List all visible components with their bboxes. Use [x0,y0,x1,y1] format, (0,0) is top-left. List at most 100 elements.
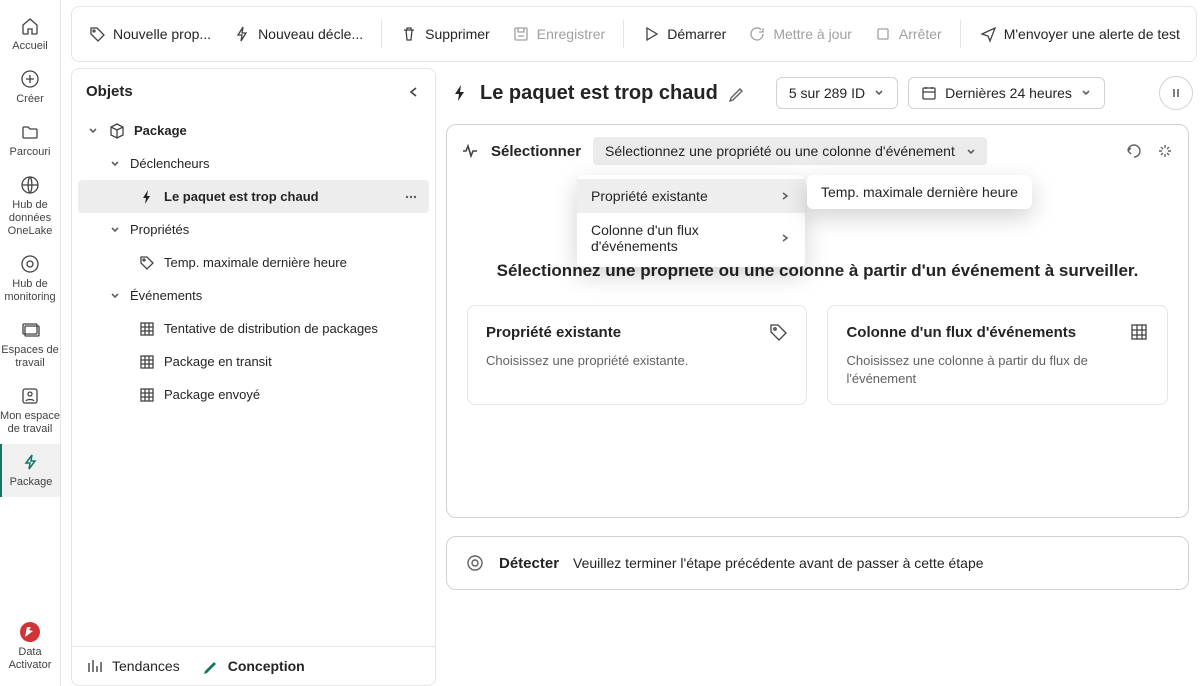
tree-event-item[interactable]: Package en transit [78,345,429,378]
nav-browse[interactable]: Parcouri [0,114,60,167]
send-test-alert-button[interactable]: M'envoyer une alerte de test [969,19,1190,49]
tab-design[interactable]: Conception [202,657,305,675]
flyout-item-label: Temp. maximale dernière heure [821,184,1018,200]
nav-data-activator[interactable]: Data Activator [0,614,60,680]
tree-event-label: Package en transit [164,354,272,369]
tree-section-properties[interactable]: Propriétés [78,213,429,246]
play-icon [642,25,660,43]
nav-myworkspace[interactable]: Mon espace de travail [0,378,60,444]
save-label: Enregistrer [537,26,605,42]
new-property-label: Nouvelle prop... [113,26,211,42]
chevron-down-icon [108,289,122,303]
toolbar-divider [960,20,961,48]
tree-property-item[interactable]: Temp. maximale dernière heure [78,246,429,279]
property-selector[interactable]: Sélectionnez une propriété ou une colonn… [593,137,987,165]
nav-monitor[interactable]: Hub de monitoring [0,246,60,312]
tree-property-label: Temp. maximale dernière heure [164,255,347,270]
nav-package[interactable]: Package [0,444,60,497]
tree-section-triggers[interactable]: Déclencheurs [78,147,429,180]
tree-trigger-label: Le paquet est trop chaud [164,189,319,204]
chevron-down-icon [108,157,122,171]
bolt-icon [19,450,43,474]
toolbar-divider [381,20,382,48]
chevron-down-icon [108,223,122,237]
tree-package-root[interactable]: Package [78,114,429,147]
new-property-button[interactable]: Nouvelle prop... [78,19,221,49]
edit-icon[interactable] [728,84,746,102]
dropdown-eventcol-label: Colonne d'un flux d'événements [591,222,779,254]
objects-title: Objets [86,83,133,100]
nav-workspaces[interactable]: Espaces de travail [0,312,60,378]
dropdown-existing-property[interactable]: Propriété existante [577,179,805,213]
undo-icon[interactable] [1124,142,1142,160]
send-icon [979,25,997,43]
tree-trigger-item[interactable]: Le paquet est trop chaud [78,180,429,213]
tree-event-item[interactable]: Tentative de distribution de packages [78,312,429,345]
tab-trends[interactable]: Tendances [86,657,180,675]
nav-myworkspace-label: Mon espace de travail [0,410,60,436]
vertical-nav: Accueil Créer Parcouri Hub de données On… [0,0,61,686]
dropdown-event-column[interactable]: Colonne d'un flux d'événements [577,213,805,263]
nav-create[interactable]: Créer [0,61,60,114]
tag-icon [88,25,106,43]
nav-datahub[interactable]: Hub de données OneLake [0,167,60,246]
save-icon [512,25,530,43]
objects-header: Objets [72,69,435,110]
objects-panel: Objets Package Déclencheurs Le paquet es… [71,68,436,686]
chart-icon [86,657,104,675]
workspaces-icon [18,318,42,342]
bolt-icon [233,25,251,43]
id-selector-label: 5 sur 289 ID [789,85,865,101]
tree-event-item[interactable]: Package envoyé [78,378,429,411]
chevron-down-icon [965,146,977,158]
nav-home-label: Accueil [12,40,47,53]
option-existing-property[interactable]: Propriété existante Choisissez une propr… [467,305,807,405]
select-card-header: Sélectionner Sélectionnez une propriété … [447,125,1188,177]
collapse-panel-icon[interactable] [407,85,421,99]
option-card-title: Propriété existante [486,324,621,341]
nav-workspaces-label: Espaces de travail [0,344,60,370]
home-icon [18,14,42,38]
chevron-right-icon [779,232,791,244]
bolt-icon [450,83,470,103]
property-flyout[interactable]: Temp. maximale dernière heure [807,175,1032,209]
tree-properties-label: Propriétés [130,222,189,237]
start-button[interactable]: Démarrer [632,19,736,49]
settings-icon[interactable] [1156,142,1174,160]
refresh-icon [748,25,766,43]
nav-package-label: Package [10,476,53,489]
table-icon [138,353,156,371]
table-icon [138,386,156,404]
pause-button[interactable] [1159,76,1193,110]
more-icon[interactable] [403,189,419,205]
tree-section-events[interactable]: Événements [78,279,429,312]
nav-datahub-label: Hub de données OneLake [0,199,60,238]
select-step-label: Sélectionner [491,143,581,160]
option-card-title: Colonne d'un flux d'événements [846,324,1076,341]
table-icon [138,320,156,338]
plus-circle-icon [18,67,42,91]
option-event-column[interactable]: Colonne d'un flux d'événements Choisisse… [827,305,1167,405]
property-dropdown: Propriété existante Colonne d'un flux d'… [577,175,805,267]
nav-home[interactable]: Accueil [0,8,60,61]
card-actions [1124,142,1174,160]
cube-icon [108,122,126,140]
update-button: Mettre à jour [738,19,862,49]
delete-button[interactable]: Supprimer [390,19,500,49]
detail-body: Sélectionner Sélectionnez une propriété … [446,124,1197,686]
id-selector[interactable]: 5 sur 289 ID [776,77,898,109]
detail-header: Le paquet est trop chaud 5 sur 289 ID De… [446,68,1197,124]
tree-events-label: Événements [130,288,202,303]
tab-design-label: Conception [228,658,305,674]
tree-event-label: Package envoyé [164,387,260,402]
detect-step-card: Détecter Veuillez terminer l'étape précé… [446,536,1189,590]
main-area: Nouvelle prop... Nouveau décle... Suppri… [61,0,1202,686]
chevron-down-icon [86,124,100,138]
toolbar: Nouvelle prop... Nouveau décle... Suppri… [71,6,1197,62]
new-trigger-button[interactable]: Nouveau décle... [223,19,373,49]
table-icon [1129,322,1149,342]
time-range-selector[interactable]: Dernières 24 heures [908,77,1105,109]
tag-icon [138,254,156,272]
pause-icon [1169,86,1183,100]
option-card-desc: Choisissez une colonne à partir du flux … [846,352,1148,388]
